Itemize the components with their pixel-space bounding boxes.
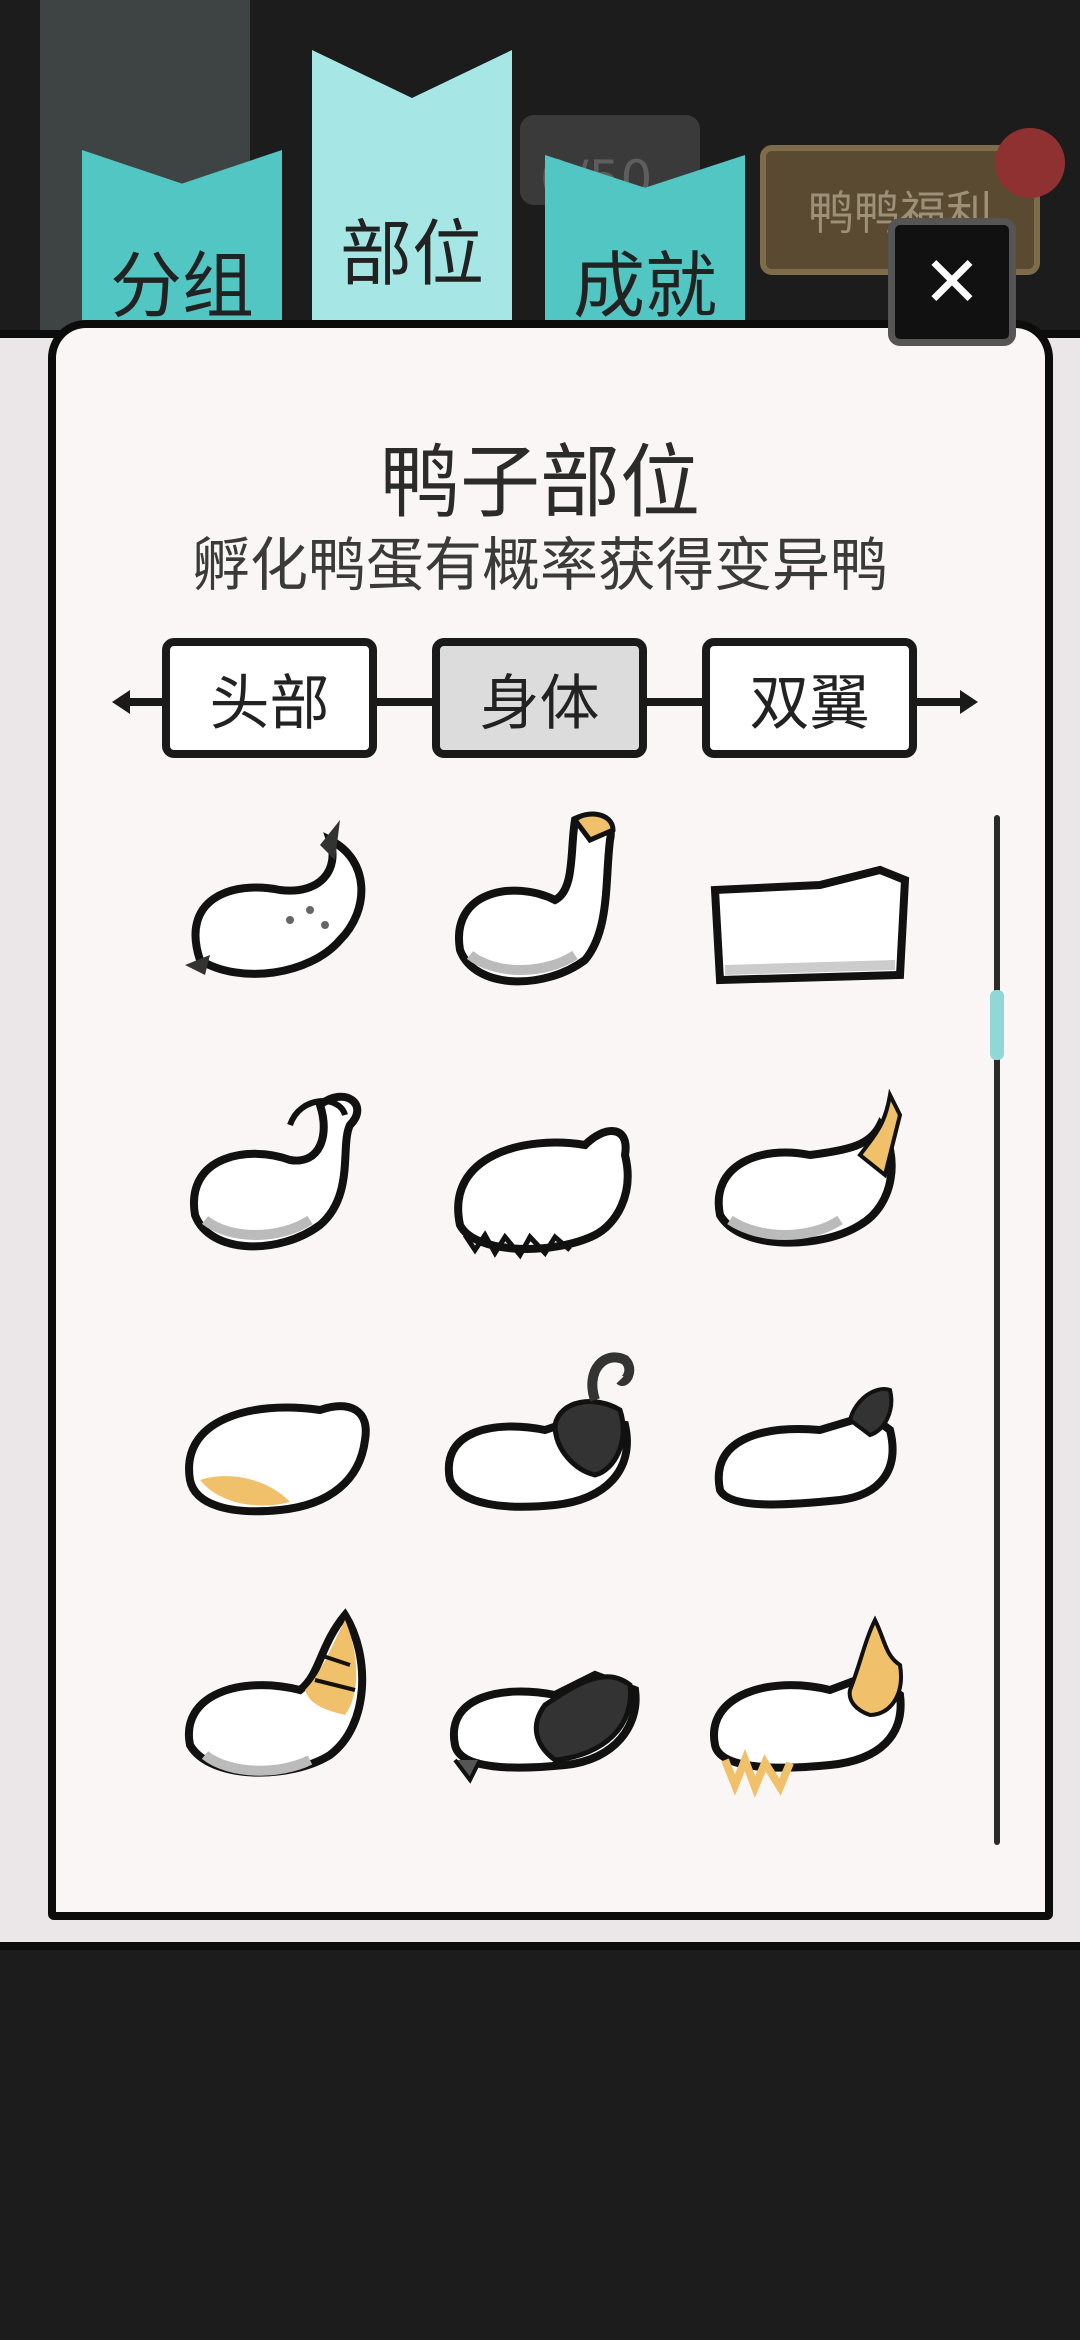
body-item[interactable]	[170, 1065, 390, 1285]
body-item[interactable]	[435, 1330, 655, 1550]
page-title: 鸭子部位	[380, 436, 700, 529]
curly-tail-body-icon	[189, 1092, 362, 1251]
body-item[interactable]	[170, 1595, 390, 1815]
body-item[interactable]	[170, 800, 390, 1020]
body-item[interactable]	[700, 1065, 920, 1285]
body-item[interactable]	[700, 800, 920, 1020]
close-button[interactable]: ✕	[888, 218, 1016, 346]
spotted-tail-body-icon	[185, 820, 366, 978]
shaggy-body-icon	[454, 1127, 632, 1260]
notification-dot	[995, 128, 1065, 198]
orange-tuft-body-icon	[714, 1088, 903, 1247]
snake-neck-body-icon	[454, 811, 616, 986]
body-item[interactable]	[435, 1065, 655, 1285]
black-cap-body-icon	[714, 1387, 897, 1509]
body-item[interactable]	[700, 1595, 920, 1815]
scrollbar-thumb[interactable]	[990, 990, 1004, 1060]
body-item[interactable]	[700, 1330, 920, 1550]
tab-parts[interactable]: 部位	[312, 50, 512, 350]
close-icon: ✕	[922, 241, 982, 323]
orange-belly-body-icon	[185, 1402, 370, 1516]
category-wings-button[interactable]: 双翼	[702, 638, 917, 758]
dark-wing-body-icon	[449, 1670, 640, 1784]
box-body-icon	[710, 865, 910, 985]
fire-tail-body-icon	[709, 1615, 905, 1798]
black-hook-body-icon	[444, 1352, 635, 1511]
category-body-button[interactable]: 身体	[432, 638, 647, 758]
body-item[interactable]	[435, 1595, 655, 1815]
scrollbar-track[interactable]	[994, 815, 1000, 1845]
tiger-tail-body-icon	[184, 1608, 367, 1777]
body-item[interactable]	[435, 800, 655, 1020]
page-subtitle: 孵化鸭蛋有概率获得变异鸭	[191, 531, 888, 599]
category-head-button[interactable]: 头部	[162, 638, 377, 758]
body-item[interactable]	[170, 1330, 390, 1550]
